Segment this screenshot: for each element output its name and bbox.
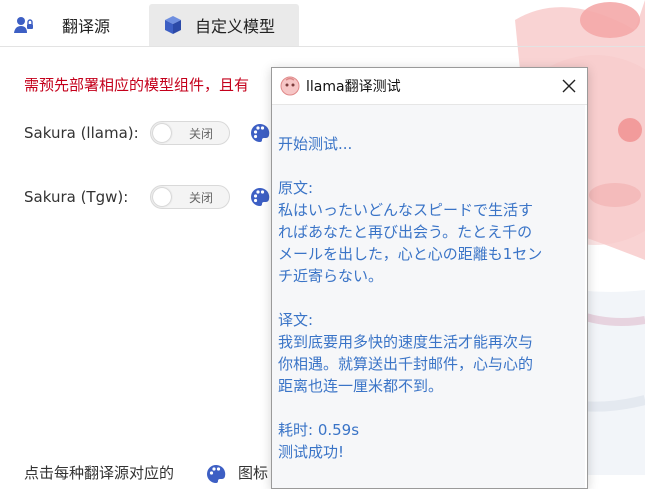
- tab-label: 翻译源: [62, 17, 111, 36]
- close-button[interactable]: [551, 68, 587, 104]
- palette-icon[interactable]: [250, 187, 270, 207]
- toggle-knob: [153, 188, 171, 206]
- palette-icon[interactable]: [250, 123, 270, 143]
- user-key-icon: [14, 15, 34, 35]
- test-log: 开始测试... 原文: 私はいったいどんなスピードで生活す ればあなたと再び出会う。た…: [272, 105, 585, 488]
- model-label: Sakura (Tgw):: [24, 188, 129, 206]
- log-line: 译文:: [278, 311, 314, 329]
- tab-label: 自定义模型: [195, 17, 276, 36]
- footer-hint: 点击每种翻译源对应的: [24, 464, 175, 482]
- model-label: Sakura (llama):: [24, 124, 139, 142]
- tab-custom-model[interactable]: 自定义模型: [149, 4, 299, 46]
- log-spacer: [278, 287, 579, 309]
- footer-hint-suffix: 图标: [238, 464, 269, 482]
- log-text: 开始测试... 原文: 私はいったいどんなスピードで生活す ればあなたと再び出会う。た…: [278, 133, 579, 463]
- log-line: 私はいったいどんなスピードで生活す: [278, 201, 534, 219]
- log-spacer: [278, 397, 579, 419]
- log-line: 开始测试...: [278, 135, 353, 153]
- log-line: 耗时: 0.59s: [278, 421, 360, 439]
- deploy-notice: 需预先部署相应的模型组件，且有: [24, 76, 250, 94]
- log-line: メールを出した，心と心の距離も1セン: [278, 245, 543, 263]
- tab-translation-source[interactable]: 翻译源: [14, 4, 110, 46]
- llama-toggle[interactable]: 关闭: [150, 121, 230, 145]
- llama-test-dialog: llama翻译测试 开始测试... 原文: 私はいったいどんなスピードで生活す ればあ…: [271, 67, 588, 489]
- app-icon: [280, 76, 300, 96]
- log-line: 距离也连一厘米都不到。: [278, 377, 444, 395]
- dialog-title: llama翻译测试: [306, 79, 401, 95]
- palette-icon: [206, 464, 226, 484]
- model-row-tgw: Sakura (Tgw): 关闭: [24, 184, 270, 210]
- toggle-text: 关闭: [189, 127, 214, 141]
- tgw-toggle[interactable]: 关闭: [150, 185, 230, 209]
- log-line: 测试成功!: [278, 443, 345, 461]
- tab-bar: 翻译源 自定义模型: [0, 0, 645, 47]
- log-line: チ近寄らない。: [278, 267, 384, 285]
- toggle-knob: [153, 124, 171, 142]
- log-line: 原文:: [278, 179, 314, 197]
- model-row-llama: Sakura (llama): 关闭: [24, 120, 270, 146]
- log-line: 我到底要用多快的速度生活才能再次与: [278, 333, 534, 351]
- cube-icon: [163, 15, 183, 35]
- log-line: ればあなたと再び出会う。たとえ千の: [278, 223, 533, 241]
- toggle-text: 关闭: [189, 191, 214, 205]
- log-spacer: [278, 155, 579, 177]
- log-line: 你相遇。就算送出千封邮件，心与心的: [278, 355, 534, 373]
- close-icon: [562, 79, 576, 93]
- dialog-titlebar[interactable]: llama翻译测试: [272, 68, 587, 105]
